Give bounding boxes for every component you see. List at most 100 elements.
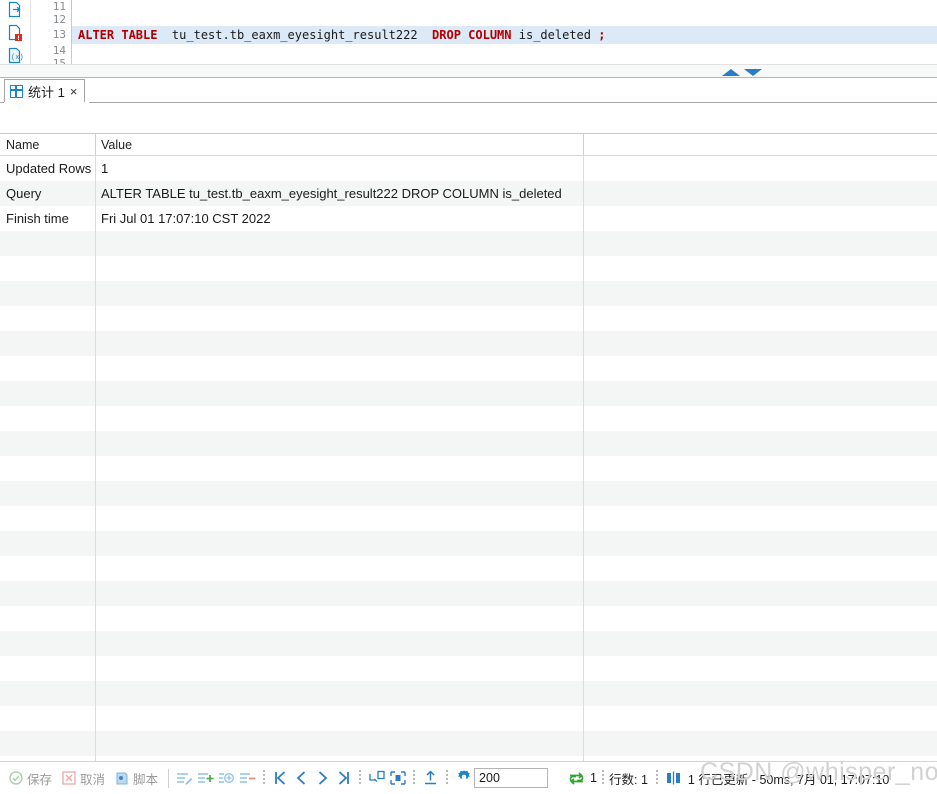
save-button[interactable]: 保存 [4,766,57,790]
cancel-button[interactable]: 取消 [57,766,110,790]
table-row-empty[interactable] [0,481,937,506]
gear-icon[interactable] [453,768,474,789]
fetch-size-input[interactable] [474,768,549,788]
table-row-empty[interactable] [0,681,937,706]
duplicate-row-icon[interactable] [216,768,237,789]
table-row-empty[interactable] [0,631,937,656]
export-sql-icon[interactable] [7,1,24,19]
tab-statistics-1[interactable]: 统计 1 × [4,79,86,103]
row-name-cell[interactable]: Updated Rows [0,156,95,181]
cell-divider [583,631,584,656]
table-row-empty[interactable] [0,406,937,431]
cell-divider [95,731,96,756]
toolbar-dot-divider [359,770,362,786]
editor-results-splitter[interactable] [0,64,937,78]
table-row-empty[interactable] [0,581,937,606]
cell-divider [95,606,96,631]
cell-divider [583,531,584,556]
editor-gutter-icons: (x) [0,0,31,64]
cell-divider [583,506,584,531]
cell-divider [95,481,96,506]
row-count-label: 行数: 1 [609,772,648,787]
prev-page-icon[interactable] [291,768,312,789]
code-line-13-active[interactable]: ALTER TABLE tu_test.tb_eaxm_eyesight_res… [72,26,937,44]
cell-divider [583,731,584,756]
statistics-result-grid[interactable]: Name Value Updated Rows 1 Query ALTER TA… [0,133,937,761]
next-page-icon[interactable] [312,768,333,789]
sql-error-icon[interactable] [7,24,24,42]
column-header-extra [583,134,937,155]
cell-divider [583,381,584,406]
table-row-empty[interactable] [0,556,937,581]
columns-icon[interactable] [663,768,684,789]
close-icon[interactable]: × [70,85,78,98]
table-row[interactable]: Query ALTER TABLE tu_test.tb_eaxm_eyesig… [0,181,937,206]
cell-divider [583,306,584,331]
edit-row-icon[interactable] [174,768,195,789]
editor-line-numbers: 11 12 13 14 15 [31,0,72,70]
row-value-cell[interactable]: 1 [95,156,583,181]
table-row-empty[interactable] [0,606,937,631]
table-row[interactable]: Finish time Fri Jul 01 17:07:10 CST 2022 [0,206,937,231]
line-number: 14 [52,44,66,57]
add-row-icon[interactable] [195,768,216,789]
triangle-up-icon[interactable] [722,69,740,76]
line-number: 11 [52,0,66,13]
table-row-empty[interactable] [0,656,937,681]
row-extra-cell[interactable] [583,156,937,181]
sql-code-area[interactable]: ALTER TABLE tu_test.tb_eaxm_eyesight_res… [72,0,937,64]
delete-row-icon[interactable] [237,768,258,789]
first-page-icon[interactable] [270,768,291,789]
last-page-icon[interactable] [333,768,354,789]
table-row-empty[interactable] [0,281,937,306]
cell-divider [95,256,96,281]
status-text: 1 行已更新 - 50ms, 7月 01, 17:07:10 [687,772,890,787]
line-number: 13 [52,28,66,41]
table-row-empty[interactable] [0,531,937,556]
row-name-cell[interactable]: Finish time [0,206,95,231]
table-row-empty[interactable] [0,506,937,531]
table-row-empty[interactable] [0,431,937,456]
row-name-cell[interactable]: Query [0,181,95,206]
table-row-empty[interactable] [0,381,937,406]
fetch-all-rows-icon[interactable] [387,768,408,789]
cell-divider [95,556,96,581]
sql-semicolon: ; [598,28,606,42]
cell-divider [583,331,584,356]
row-value-cell[interactable]: ALTER TABLE tu_test.tb_eaxm_eyesight_res… [95,181,583,206]
cell-divider [583,606,584,631]
table-row[interactable]: Updated Rows 1 [0,156,937,181]
triangle-down-icon[interactable] [744,69,762,76]
fetch-next-page-icon[interactable] [366,768,387,789]
table-row-empty[interactable] [0,231,937,256]
row-extra-cell[interactable] [583,181,937,206]
column-header-name[interactable]: Name [0,134,95,155]
cell-divider [583,556,584,581]
svg-text:(x): (x) [11,54,24,62]
toolbar-dot-divider [655,770,658,786]
cell-divider [583,456,584,481]
export-icon[interactable] [420,768,441,789]
toolbar-dot-divider [446,770,449,786]
table-row-empty[interactable] [0,331,937,356]
table-row-empty[interactable] [0,356,937,381]
column-header-value[interactable]: Value [95,134,583,155]
cell-divider [583,581,584,606]
table-row-empty[interactable] [0,256,937,281]
cell-divider [583,256,584,281]
table-row-empty[interactable] [0,706,937,731]
cell-divider [583,656,584,681]
sql-variables-icon[interactable]: (x) [7,47,24,65]
table-row-empty[interactable] [0,306,937,331]
table-row-empty[interactable] [0,456,937,481]
row-extra-cell[interactable] [583,206,937,231]
table-row-empty[interactable] [0,731,937,756]
refresh-icon[interactable] [566,768,587,789]
cell-divider [95,631,96,656]
cancel-label: 取消 [80,772,106,787]
cell-divider [583,356,584,381]
row-value-cell[interactable]: Fri Jul 01 17:07:10 CST 2022 [95,206,583,231]
toolbar-dot-divider [602,770,604,786]
script-button[interactable]: 脚本 [110,766,163,790]
